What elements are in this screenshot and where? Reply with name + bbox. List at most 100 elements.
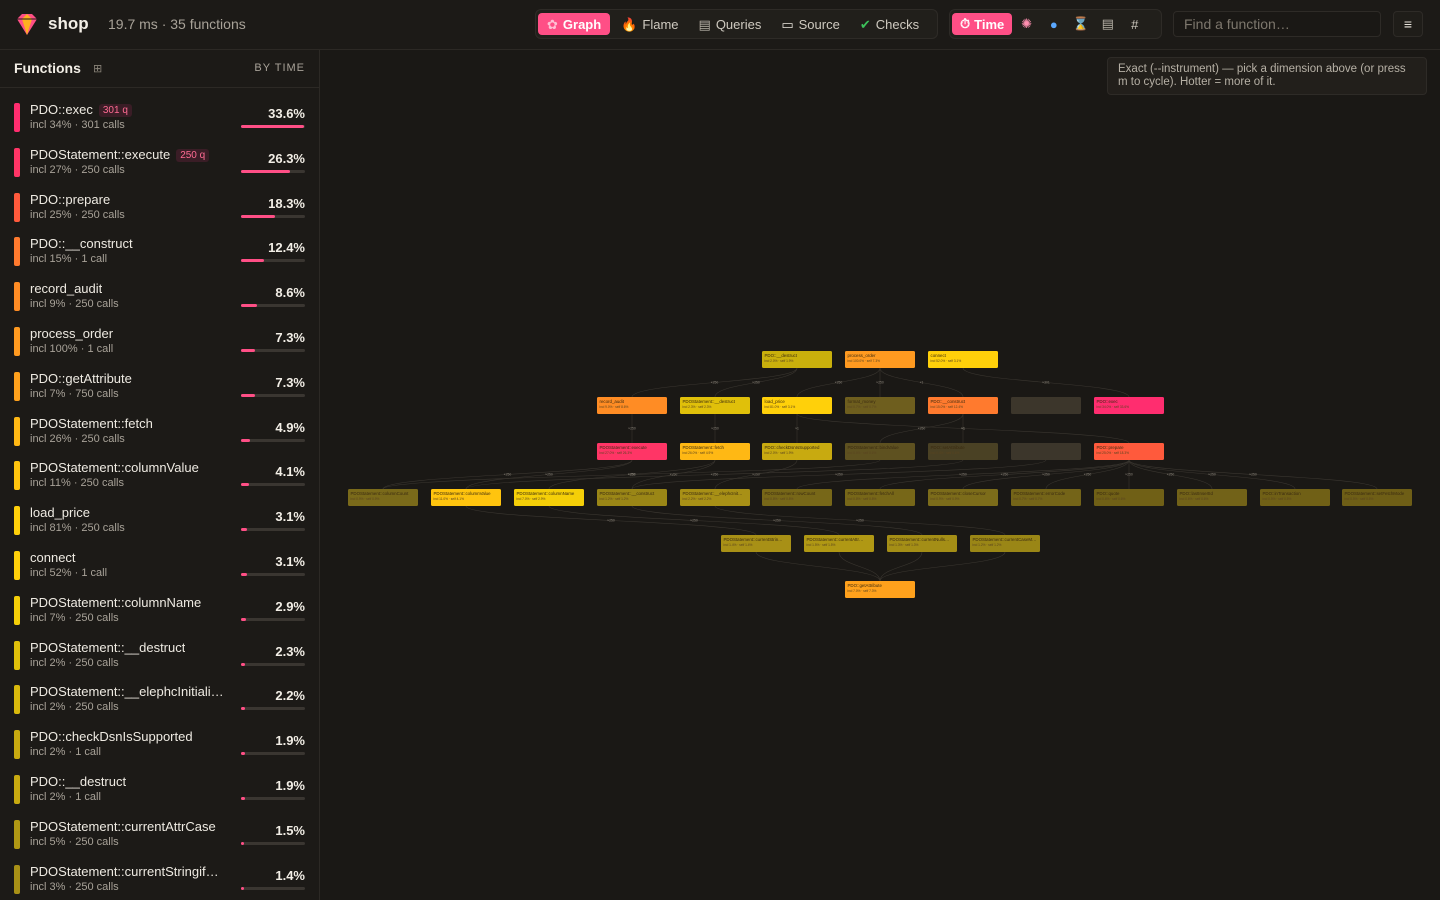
function-row[interactable]: PDOStatement::currentAttrCase incl 5% · 2… bbox=[0, 813, 319, 858]
graph-node[interactable]: PDOStatement::columnCountincl 0.9% · sel… bbox=[348, 489, 418, 506]
call-edge bbox=[879, 551, 923, 582]
graph-node[interactable]: connectincl 52.0% · self 3.1% bbox=[928, 351, 998, 368]
function-row[interactable]: PDOStatement::__elephcInitiali… incl 2% ·… bbox=[0, 678, 319, 723]
function-name: PDOStatement::fetch bbox=[30, 416, 153, 431]
function-row[interactable]: PDO::exec 301 q incl 34% · 301 calls 33.6% bbox=[0, 96, 319, 141]
function-row[interactable]: PDOStatement::__destruct incl 2% · 250 ca… bbox=[0, 634, 319, 679]
function-name: PDOStatement::currentStringif… bbox=[30, 864, 219, 879]
function-name: process_order bbox=[30, 326, 113, 341]
graph-node[interactable]: format_moneyincl 0.7% · self 0.7% bbox=[845, 397, 915, 414]
tab-source[interactable]: ▭ Source bbox=[772, 13, 849, 35]
function-stats: incl 5% · 250 calls bbox=[30, 835, 119, 848]
graph-node[interactable]: PDOStatement::currentStrin…incl 1.4% · s… bbox=[721, 535, 791, 552]
share-bar-fill bbox=[241, 617, 247, 621]
sort-toggle[interactable]: BY TIME bbox=[254, 62, 305, 74]
graph-node[interactable]: PDOStatement::closeCursorincl 0.9% · sel… bbox=[928, 489, 998, 506]
graph-node-name: PDOStatement::currentCaseM… bbox=[973, 537, 1037, 542]
graph-node[interactable]: PDO::inTransactionincl 0.5% · self 0.5% bbox=[1260, 489, 1330, 506]
graph-node[interactable]: PDOStatement::__elephcInit…incl 2.2% · s… bbox=[680, 489, 750, 506]
graph-node[interactable]: record_auditincl 9.0% · self 8.6% bbox=[597, 397, 667, 414]
edge-count-label: ×250 bbox=[711, 473, 719, 477]
graph-node[interactable]: PDO::getAttributeincl 7.0% · self 7.3% bbox=[845, 581, 915, 598]
graph-node[interactable]: PDOStatement::executeincl 27.0% · self 2… bbox=[597, 443, 667, 460]
function-search-input[interactable] bbox=[1173, 11, 1381, 37]
function-row[interactable]: process_order incl 100% · 1 call 7.3% bbox=[0, 320, 319, 365]
function-row[interactable]: PDO::getAttribute incl 7% · 750 calls 7.3% bbox=[0, 365, 319, 410]
call-graph-canvas[interactable]: ×250 ×250 ×250 ×250 ×1 ×301 ×250 ×250 ×1 ×1 ×250 ×1… bbox=[320, 50, 1440, 900]
function-percent: 7.3% bbox=[275, 329, 305, 345]
graph-node[interactable] bbox=[1011, 397, 1081, 414]
stopwatch-icon: ⏱ bbox=[960, 16, 971, 31]
graph-node[interactable]: PDOStatement::currentAttr…incl 1.5% · se… bbox=[804, 535, 874, 552]
graph-node[interactable]: PDOStatement::setFetchModeincl 0.5% · se… bbox=[1342, 489, 1412, 506]
function-row[interactable]: PDOStatement::currentStringif… incl 3% · … bbox=[0, 858, 319, 900]
graph-node[interactable]: PDO::checkDsnIsSupportedincl 2.0% · self… bbox=[762, 443, 832, 460]
graph-node[interactable]: PDOStatement::columnNameincl 7.0% · self… bbox=[514, 489, 584, 506]
graph-node[interactable]: PDOStatement::currentNulls…incl 1.3% · s… bbox=[887, 535, 957, 552]
function-row[interactable]: PDO::__construct incl 15% · 1 call 12.4% bbox=[0, 230, 319, 275]
function-name-text: load_price bbox=[30, 505, 90, 521]
share-bar bbox=[241, 125, 305, 128]
graph-node[interactable]: PDOStatement::rowCountincl 0.8% · self 0… bbox=[762, 489, 832, 506]
graph-node[interactable]: PDO::setAttributeincl 0.4% · self 0.4% bbox=[928, 443, 998, 460]
function-row[interactable]: PDO::checkDsnIsSupported incl 2% · 1 call… bbox=[0, 723, 319, 768]
graph-node[interactable]: process_orderincl 100.0% · self 7.3% bbox=[845, 351, 915, 368]
tab-label: Flame bbox=[642, 16, 679, 32]
function-percent: 2.2% bbox=[275, 688, 305, 704]
graph-node-stats: incl 1.2% · self 1.2% bbox=[973, 543, 1002, 547]
graph-node-name: format_money bbox=[848, 399, 877, 404]
dimension-alloc[interactable]: ● bbox=[1041, 13, 1066, 35]
function-row[interactable]: PDOStatement::execute 250 q incl 27% · 250… bbox=[0, 141, 319, 186]
dimension-io[interactable]: ▤ bbox=[1095, 13, 1120, 35]
function-row[interactable]: record_audit incl 9% · 250 calls 8.6% bbox=[0, 275, 319, 320]
graph-node[interactable]: PDOStatement::currentCaseM…incl 1.2% · s… bbox=[970, 535, 1040, 552]
dimension-memory[interactable]: ✺ bbox=[1014, 13, 1039, 35]
graph-node[interactable]: PDOStatement::errorCodeincl 0.7% · self … bbox=[1011, 489, 1081, 506]
share-bar bbox=[241, 886, 305, 890]
function-percent: 3.1% bbox=[275, 509, 305, 525]
function-row[interactable]: PDOStatement::fetch incl 26% · 250 calls 4… bbox=[0, 410, 319, 455]
graph-node[interactable]: PDOStatement::__constructincl 1.2% · sel… bbox=[597, 489, 667, 506]
graph-node[interactable]: PDO::prepareincl 25.0% · self 18.3% bbox=[1094, 443, 1164, 460]
share-bar-fill bbox=[241, 393, 255, 397]
graph-node[interactable]: PDO::lastInsertIdincl 0.6% · self 0.6% bbox=[1177, 489, 1247, 506]
graph-node[interactable]: PDO::__destructincl 2.0% · self 1.9% bbox=[762, 351, 832, 368]
function-row[interactable]: connect incl 52% · 1 call 3.1% bbox=[0, 544, 319, 589]
edge-count-label: ×250 bbox=[1125, 473, 1133, 477]
graph-node[interactable]: PDO::__constructincl 15.0% · self 12.4% bbox=[928, 397, 998, 414]
function-row[interactable]: PDO::prepare incl 25% · 250 calls 18.3% bbox=[0, 186, 319, 231]
graph-node[interactable] bbox=[1011, 443, 1081, 460]
edge-count-label: ×1 bbox=[961, 427, 965, 431]
graph-node-name: record_audit bbox=[600, 399, 625, 404]
function-stats: incl 3% · 250 calls bbox=[30, 880, 119, 893]
graph-node-stats: incl 100.0% · self 7.3% bbox=[848, 359, 881, 363]
call-graph-svg[interactable]: ×250 ×250 ×250 ×250 ×1 ×301×250 ×250 ×1 ×1×250 ×1… bbox=[320, 50, 1440, 900]
graph-node[interactable]: PDOStatement::columnValueincl 11.0% · se… bbox=[431, 489, 501, 506]
graph-node[interactable]: PDOStatement::__destructincl 2.3% · self… bbox=[680, 397, 750, 414]
graph-node-stats: incl 0.6% · self 0.6% bbox=[1180, 497, 1209, 501]
function-stats: incl 2% · 250 calls bbox=[30, 701, 119, 714]
function-row[interactable]: PDO::__destruct incl 2% · 1 call 1.9% bbox=[0, 768, 319, 813]
top-bar: shop 19.7 ms · 35 functions ✿ Graph 🔥 Fl… bbox=[0, 0, 1440, 50]
graph-node[interactable]: PDO::execincl 34.0% · self 33.6% bbox=[1094, 397, 1164, 414]
function-stats: incl 52% · 1 call bbox=[30, 566, 108, 579]
graph-node[interactable]: PDOStatement::fetchAllincl 0.8% · self 0… bbox=[845, 489, 915, 506]
graph-node[interactable]: load_priceincl 81.0% · self 3.1% bbox=[762, 397, 832, 414]
grid-toggle-icon[interactable]: ⊞ bbox=[93, 62, 102, 75]
function-row[interactable]: load_price incl 81% · 250 calls 3.1% bbox=[0, 499, 319, 544]
tab-checks[interactable]: ✔ Checks bbox=[851, 13, 928, 35]
function-row[interactable]: PDOStatement::columnName incl 7% · 250 ca… bbox=[0, 589, 319, 634]
menu-button[interactable]: ≡ bbox=[1393, 11, 1423, 37]
graph-node[interactable]: PDOStatement::bindValueincl 0.6% · self … bbox=[845, 443, 915, 460]
dimension-calls[interactable]: # bbox=[1122, 13, 1147, 35]
tab-graph[interactable]: ✿ Graph bbox=[538, 13, 611, 35]
dimension-time[interactable]: ⏱ Time bbox=[952, 13, 1013, 35]
graph-node-name: PDOStatement::columnValue bbox=[434, 491, 492, 496]
heat-swatch bbox=[14, 595, 20, 625]
dimension-wait[interactable]: ⌛ bbox=[1068, 13, 1093, 35]
graph-node[interactable]: PDOStatement::fetchincl 26.0% · self 4.9… bbox=[680, 443, 750, 460]
tab-flame[interactable]: 🔥 Flame bbox=[612, 13, 687, 35]
function-row[interactable]: PDOStatement::columnValue incl 11% · 250 … bbox=[0, 454, 319, 499]
graph-node[interactable]: PDO::quoteincl 0.6% · self 0.6% bbox=[1094, 489, 1164, 506]
tab-queries[interactable]: ▤ Queries bbox=[690, 13, 771, 35]
